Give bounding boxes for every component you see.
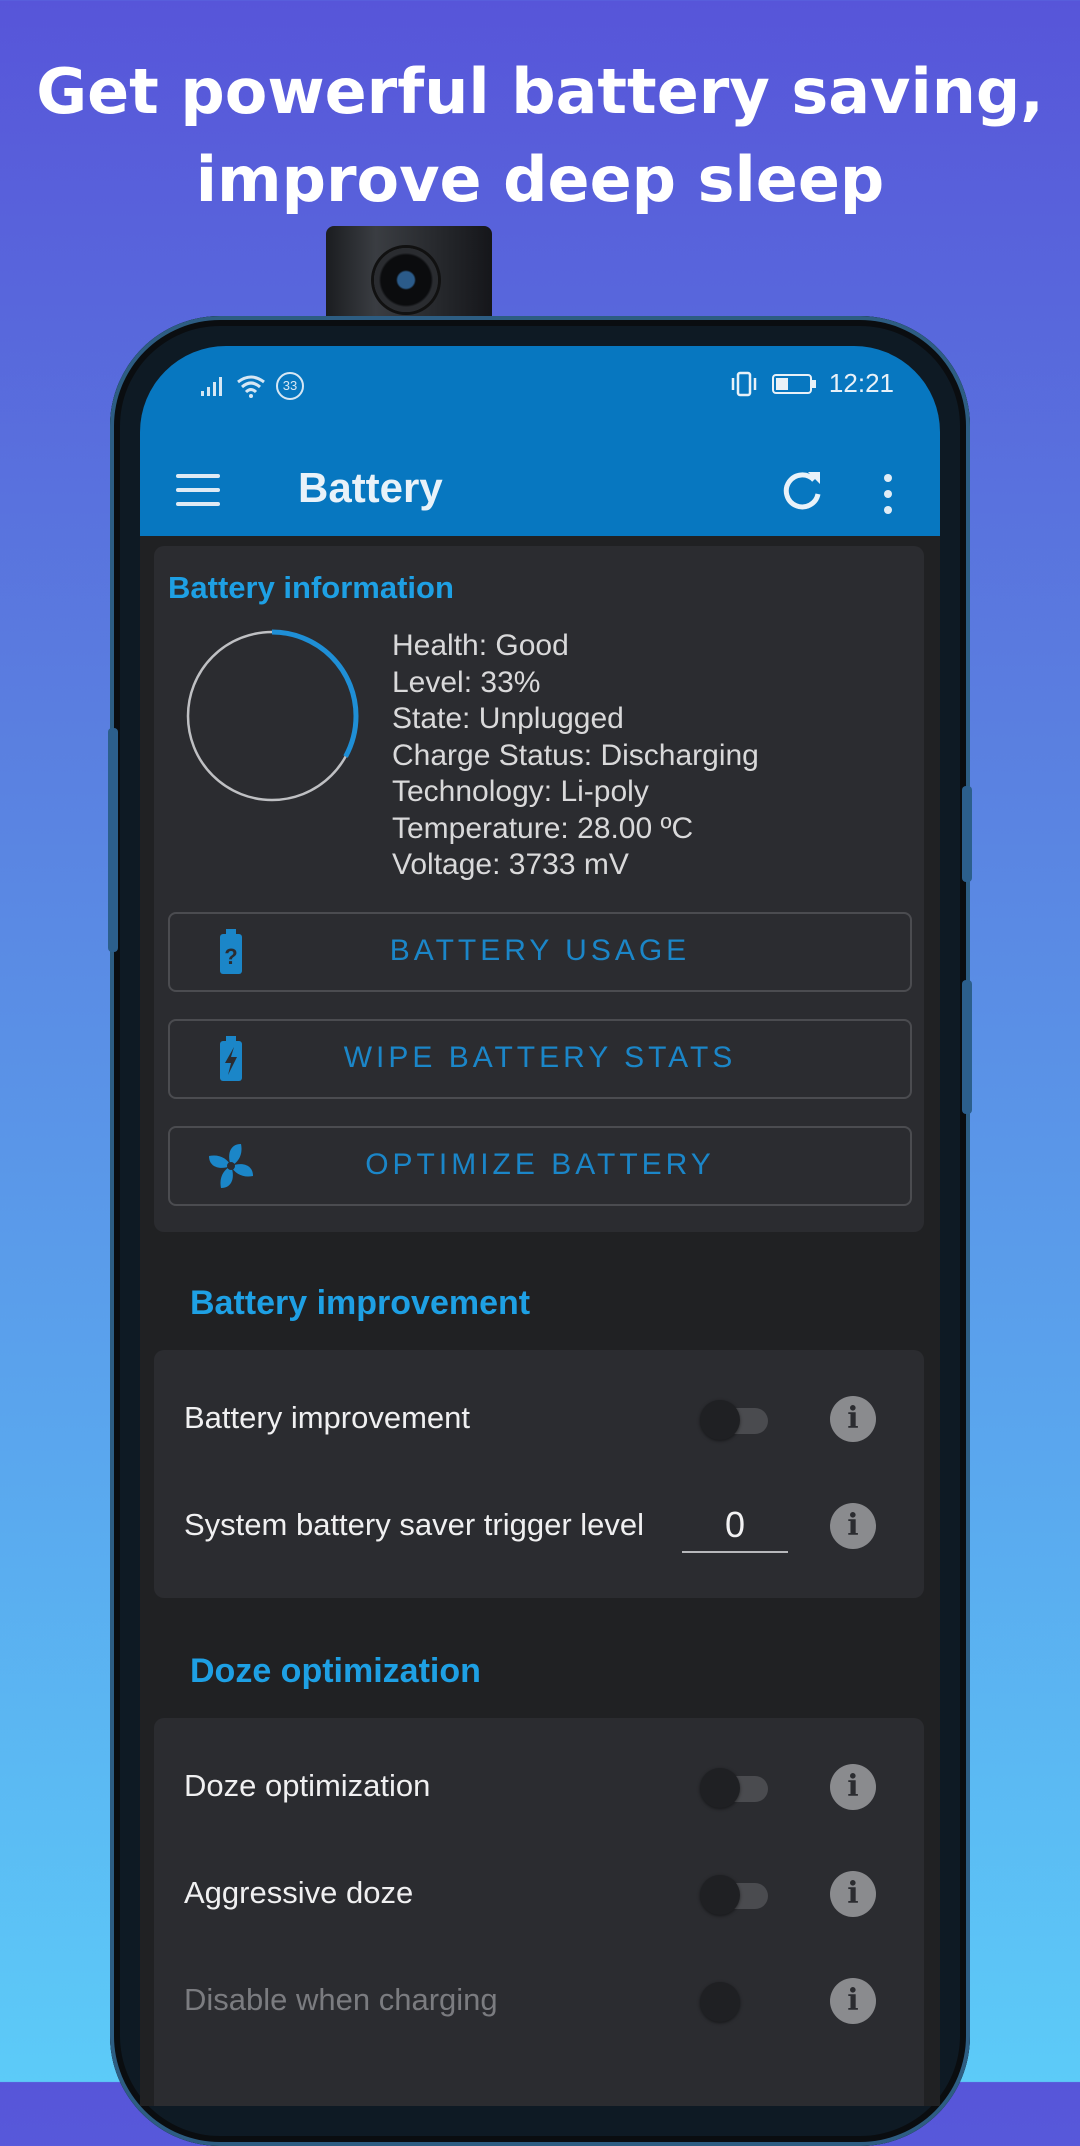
promo-line-2: improve deep sleep bbox=[195, 143, 885, 216]
wipe-battery-stats-label: WIPE BATTERY STATS bbox=[343, 1041, 737, 1074]
battery-usage-label: BATTERY USAGE bbox=[389, 934, 691, 967]
camera-lens-icon bbox=[374, 248, 438, 312]
promo-line-1: Get powerful battery saving, bbox=[36, 55, 1044, 128]
detail-health: Health: Good bbox=[392, 629, 569, 662]
trigger-level-input[interactable]: 0 bbox=[682, 1499, 788, 1553]
battery-icon bbox=[771, 373, 816, 394]
wipe-battery-stats-button[interactable]: WIPE BATTERY STATS bbox=[168, 1019, 912, 1099]
optimize-battery-button[interactable]: OPTIMIZE BATTERY bbox=[168, 1126, 912, 1206]
battery-info-card: Battery information Health: Good Level: … bbox=[154, 546, 924, 1232]
promo-headline: Get powerful battery saving, improve dee… bbox=[0, 48, 1080, 224]
setting-label: Aggressive doze bbox=[184, 1875, 414, 1910]
side-button-right-1 bbox=[962, 786, 972, 882]
setting-row-saver-trigger-level: System battery saver trigger level 0 i bbox=[154, 1475, 924, 1575]
wifi-icon bbox=[237, 375, 265, 398]
battery-improvement-section-title: Battery improvement bbox=[190, 1284, 531, 1322]
status-bar: 33 12:21 bbox=[140, 346, 940, 446]
setting-row-disable-when-charging[interactable]: Disable when charging i bbox=[154, 1950, 924, 2050]
app-bar: Battery bbox=[140, 446, 940, 536]
battery-improvement-toggle[interactable] bbox=[700, 1400, 772, 1440]
battery-improvement-card: Battery improvement i System battery sav… bbox=[154, 1350, 924, 1598]
aggressive-doze-toggle[interactable] bbox=[700, 1875, 772, 1915]
status-time: 12:21 bbox=[828, 368, 894, 398]
battery-info-title: Battery information bbox=[168, 570, 454, 605]
side-button-right-2 bbox=[962, 980, 972, 1114]
info-icon[interactable]: i bbox=[830, 1503, 876, 1549]
doze-optimization-section-title: Doze optimization bbox=[190, 1652, 481, 1690]
status-right: 12:21 bbox=[729, 368, 894, 399]
detail-temperature: Temperature: 28.00 ºC bbox=[392, 811, 694, 845]
info-icon[interactable]: i bbox=[830, 1764, 876, 1810]
setting-label: Battery improvement bbox=[184, 1400, 470, 1435]
vibrate-icon bbox=[731, 371, 757, 396]
setting-row-aggressive-doze[interactable]: Aggressive doze i bbox=[154, 1843, 924, 1943]
setting-row-doze-optimization[interactable]: Doze optimization i bbox=[154, 1736, 924, 1836]
disable-when-charging-toggle[interactable] bbox=[700, 1982, 772, 2022]
battery-details: Health: Good Level: 33% State: Unplugged… bbox=[392, 628, 759, 884]
optimize-battery-label: OPTIMIZE BATTERY bbox=[365, 1148, 715, 1181]
setting-label: Doze optimization bbox=[184, 1768, 431, 1803]
detail-technology: Technology: Li-poly bbox=[392, 775, 649, 808]
battery-usage-button[interactable]: ? BATTERY USAGE bbox=[168, 912, 912, 992]
data-badge-icon: 33 bbox=[276, 372, 304, 400]
page-title: Battery bbox=[298, 464, 443, 511]
detail-charge-status: Charge Status: Discharging bbox=[392, 738, 759, 772]
setting-label: Disable when charging bbox=[184, 1982, 498, 2017]
hamburger-icon[interactable] bbox=[176, 474, 220, 508]
popup-camera bbox=[326, 226, 492, 326]
info-icon[interactable]: i bbox=[830, 1871, 876, 1917]
refresh-icon[interactable] bbox=[774, 464, 830, 520]
status-left: 33 bbox=[200, 372, 304, 400]
detail-level: Level: 33% bbox=[392, 665, 541, 699]
signal-icon bbox=[201, 377, 222, 396]
doze-optimization-toggle[interactable] bbox=[700, 1768, 772, 1808]
setting-row-battery-improvement[interactable]: Battery improvement i bbox=[154, 1368, 924, 1468]
more-vert-icon[interactable] bbox=[882, 474, 894, 514]
info-icon[interactable]: i bbox=[830, 1978, 876, 2024]
detail-voltage: Voltage: 3733 mV bbox=[392, 848, 629, 881]
setting-label: System battery saver trigger level bbox=[184, 1507, 645, 1542]
side-button-left bbox=[108, 728, 118, 952]
doze-optimization-card: Doze optimization i Aggressive doze i Di… bbox=[154, 1718, 924, 2106]
detail-state: State: Unplugged bbox=[392, 702, 624, 735]
phone-screen: 33 12:21 Battery Battery information Hea… bbox=[140, 346, 940, 2106]
info-icon[interactable]: i bbox=[830, 1396, 876, 1442]
battery-level-ring bbox=[185, 629, 359, 803]
